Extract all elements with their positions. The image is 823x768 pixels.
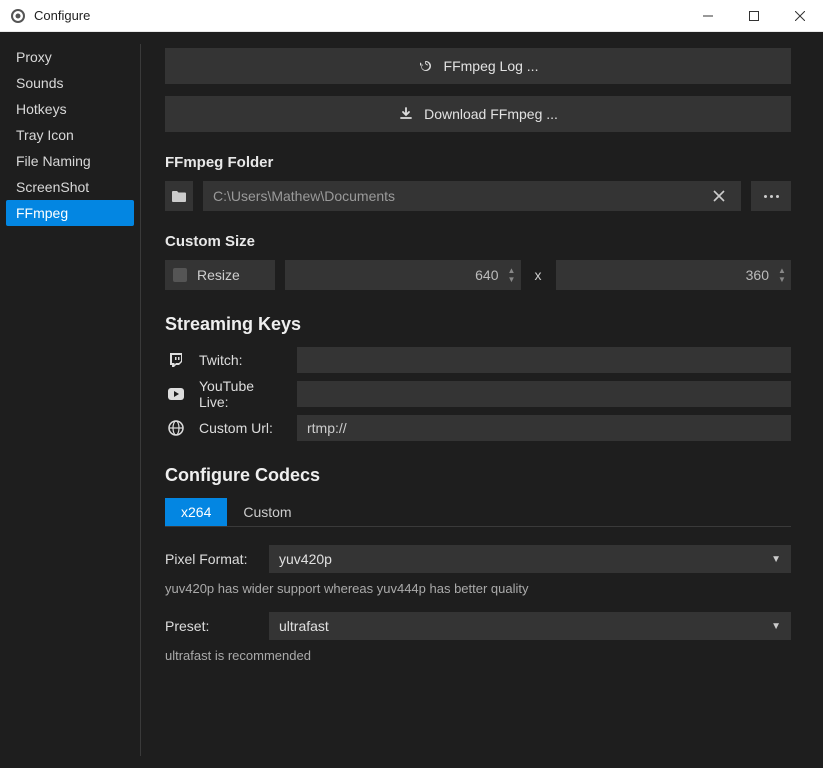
maximize-button[interactable] xyxy=(731,0,777,31)
download-icon xyxy=(398,106,414,122)
chevron-down-icon: ▼ xyxy=(771,554,781,565)
download-ffmpeg-label: Download FFmpeg ... xyxy=(424,106,558,122)
pixel-format-label: Pixel Format: xyxy=(165,551,255,567)
sidebar-item-tray-icon[interactable]: Tray Icon xyxy=(6,122,134,148)
sidebar-item-hotkeys[interactable]: Hotkeys xyxy=(6,96,134,122)
pixel-format-select[interactable]: yuv420p ▼ xyxy=(269,545,791,573)
ffmpeg-folder-heading: FFmpeg Folder xyxy=(165,154,791,171)
window-buttons xyxy=(685,0,823,31)
youtube-label: YouTube Live: xyxy=(199,378,285,410)
pixel-format-helper: yuv420p has wider support whereas yuv444… xyxy=(165,581,791,596)
ffmpeg-log-label: FFmpeg Log ... xyxy=(444,58,539,74)
close-button[interactable] xyxy=(777,0,823,31)
sidebar-item-file-naming[interactable]: File Naming xyxy=(6,148,134,174)
chevron-down-icon: ▼ xyxy=(771,621,781,632)
width-value: 640 xyxy=(295,267,507,283)
youtube-key-input[interactable] xyxy=(297,381,791,407)
resize-checkbox-wrap[interactable]: Resize xyxy=(165,260,275,290)
globe-icon xyxy=(165,419,187,437)
custom-size-heading: Custom Size xyxy=(165,233,791,250)
titlebar: Configure xyxy=(0,0,823,32)
preset-value: ultrafast xyxy=(279,618,329,634)
preset-helper: ultrafast is recommended xyxy=(165,648,791,663)
streaming-keys-heading: Streaming Keys xyxy=(165,314,791,335)
youtube-icon xyxy=(165,387,187,401)
minimize-button[interactable] xyxy=(685,0,731,31)
folder-path-text: C:\Users\Mathew\Documents xyxy=(213,188,395,204)
twitch-icon xyxy=(165,351,187,369)
sidebar-item-ffmpeg[interactable]: FFmpeg xyxy=(6,200,134,226)
clear-path-button[interactable] xyxy=(707,190,731,202)
tab-custom[interactable]: Custom xyxy=(227,498,307,526)
size-separator: x xyxy=(531,267,546,283)
folder-icon xyxy=(171,189,187,203)
tab-x264[interactable]: x264 xyxy=(165,498,227,526)
width-up[interactable]: ▲ xyxy=(507,267,517,275)
history-icon xyxy=(418,58,434,74)
height-up[interactable]: ▲ xyxy=(777,267,787,275)
window-title: Configure xyxy=(34,8,685,23)
codec-tabs: x264 Custom xyxy=(165,498,791,527)
twitch-label: Twitch: xyxy=(199,352,285,368)
sidebar-item-sounds[interactable]: Sounds xyxy=(6,70,134,96)
app-icon xyxy=(10,8,26,24)
preset-label: Preset: xyxy=(165,618,255,634)
folder-path-input[interactable]: C:\Users\Mathew\Documents xyxy=(203,181,741,211)
width-input[interactable]: 640 ▲ ▼ xyxy=(285,260,521,290)
twitch-key-input[interactable] xyxy=(297,347,791,373)
refresh-folder-button[interactable] xyxy=(165,181,193,211)
height-down[interactable]: ▼ xyxy=(777,276,787,284)
content: FFmpeg Log ... Download FFmpeg ... FFmpe… xyxy=(141,32,823,768)
pixel-format-value: yuv420p xyxy=(279,551,332,567)
height-input[interactable]: 360 ▲ ▼ xyxy=(556,260,792,290)
sidebar-item-proxy[interactable]: Proxy xyxy=(6,44,134,70)
preset-select[interactable]: ultrafast ▼ xyxy=(269,612,791,640)
sidebar: Proxy Sounds Hotkeys Tray Icon File Nami… xyxy=(0,32,140,768)
resize-checkbox[interactable] xyxy=(173,268,187,282)
custom-url-input[interactable] xyxy=(297,415,791,441)
dots-icon xyxy=(764,195,767,198)
height-value: 360 xyxy=(566,267,778,283)
browse-folder-button[interactable] xyxy=(751,181,791,211)
resize-label: Resize xyxy=(197,267,240,283)
ffmpeg-log-button[interactable]: FFmpeg Log ... xyxy=(165,48,791,84)
custom-url-label: Custom Url: xyxy=(199,420,285,436)
configure-codecs-heading: Configure Codecs xyxy=(165,465,791,486)
width-down[interactable]: ▼ xyxy=(507,276,517,284)
sidebar-item-screenshot[interactable]: ScreenShot xyxy=(6,174,134,200)
download-ffmpeg-button[interactable]: Download FFmpeg ... xyxy=(165,96,791,132)
